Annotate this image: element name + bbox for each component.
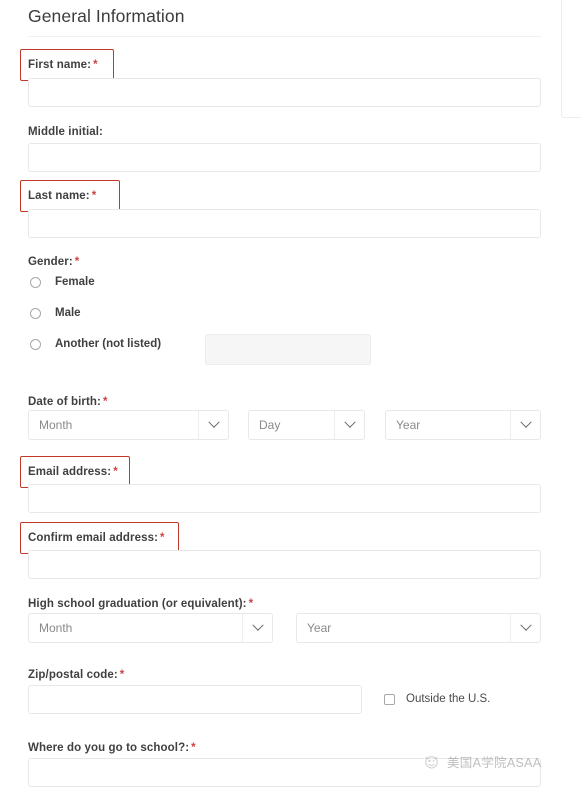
hs-graduation-year-value: Year bbox=[307, 621, 332, 635]
dob-year-value: Year bbox=[396, 418, 421, 432]
checkbox-icon[interactable] bbox=[384, 693, 395, 705]
email-input[interactable] bbox=[28, 484, 541, 513]
middle-initial-label: Middle initial: bbox=[28, 126, 103, 138]
chevron-down-icon[interactable] bbox=[334, 411, 364, 439]
last-name-label: Last name: * bbox=[28, 190, 96, 202]
required-asterisk: * bbox=[91, 190, 97, 202]
school-label: Where do you go to school?: * bbox=[28, 742, 196, 754]
gender-label: Gender: * bbox=[28, 256, 79, 268]
zip-label: Zip/postal code: * bbox=[28, 669, 124, 681]
school-input[interactable] bbox=[28, 758, 541, 787]
gender-other-input[interactable] bbox=[205, 334, 371, 365]
required-asterisk: * bbox=[102, 396, 108, 408]
first-name-input[interactable] bbox=[28, 78, 541, 107]
date-of-birth-label-text: Date of birth: bbox=[28, 396, 101, 408]
hs-graduation-year-select[interactable]: Year bbox=[296, 613, 541, 643]
gender-option-male-label: Male bbox=[55, 307, 81, 319]
gender-option-another[interactable]: Another (not listed) bbox=[30, 338, 161, 350]
required-asterisk: * bbox=[119, 669, 125, 681]
confirm-email-input[interactable] bbox=[28, 550, 541, 579]
dob-year-select[interactable]: Year bbox=[385, 410, 541, 440]
required-asterisk: * bbox=[248, 598, 254, 610]
last-name-label-text: Last name: bbox=[28, 190, 90, 202]
gender-option-female[interactable]: Female bbox=[30, 276, 95, 288]
required-asterisk: * bbox=[160, 532, 165, 544]
dob-day-value: Day bbox=[259, 418, 281, 432]
chevron-down-icon[interactable] bbox=[242, 614, 272, 642]
first-name-label: First name: * bbox=[28, 59, 98, 71]
title-divider bbox=[28, 36, 541, 37]
gender-option-another-label: Another (not listed) bbox=[55, 338, 162, 350]
required-asterisk: * bbox=[93, 59, 98, 71]
gender-label-text: Gender: bbox=[28, 256, 73, 268]
dob-month-value: Month bbox=[39, 418, 73, 432]
radio-icon[interactable] bbox=[30, 276, 41, 288]
chevron-down-icon[interactable] bbox=[510, 614, 540, 642]
required-asterisk: * bbox=[74, 256, 80, 268]
email-label-text: Email address: bbox=[28, 466, 112, 478]
radio-icon[interactable] bbox=[30, 338, 41, 350]
outside-us-checkbox-row[interactable]: Outside the U.S. bbox=[384, 693, 490, 705]
chevron-down-icon[interactable] bbox=[510, 411, 540, 439]
general-information-form: General Information First name: * Middle … bbox=[0, 0, 581, 799]
outside-us-label: Outside the U.S. bbox=[406, 693, 491, 705]
hs-graduation-month-select[interactable]: Month bbox=[28, 613, 273, 643]
chevron-down-icon[interactable] bbox=[198, 411, 228, 439]
confirm-email-label: Confirm email address: * bbox=[28, 532, 165, 544]
hs-graduation-label-text: High school graduation (or equivalent): bbox=[28, 598, 247, 610]
zip-input[interactable] bbox=[28, 685, 362, 714]
radio-icon[interactable] bbox=[30, 307, 41, 319]
zip-label-text: Zip/postal code: bbox=[28, 669, 118, 681]
hs-graduation-label: High school graduation (or equivalent): * bbox=[28, 598, 253, 610]
school-label-text: Where do you go to school?: bbox=[28, 742, 190, 754]
first-name-label-text: First name: bbox=[28, 59, 92, 71]
middle-initial-input[interactable] bbox=[28, 143, 541, 172]
required-asterisk: * bbox=[191, 742, 196, 754]
hs-graduation-month-value: Month bbox=[39, 621, 73, 635]
required-asterisk: * bbox=[113, 466, 118, 478]
dob-day-select[interactable]: Day bbox=[248, 410, 365, 440]
date-of-birth-label: Date of birth: * bbox=[28, 396, 108, 408]
last-name-input[interactable] bbox=[28, 209, 541, 238]
dob-month-select[interactable]: Month bbox=[28, 410, 229, 440]
page-title: General Information bbox=[28, 6, 185, 26]
gender-option-male[interactable]: Male bbox=[30, 307, 81, 319]
confirm-email-label-text: Confirm email address: bbox=[28, 532, 159, 544]
gender-option-female-label: Female bbox=[55, 276, 95, 288]
adjacent-panel-edge bbox=[561, 0, 581, 118]
email-label: Email address: * bbox=[28, 466, 118, 478]
